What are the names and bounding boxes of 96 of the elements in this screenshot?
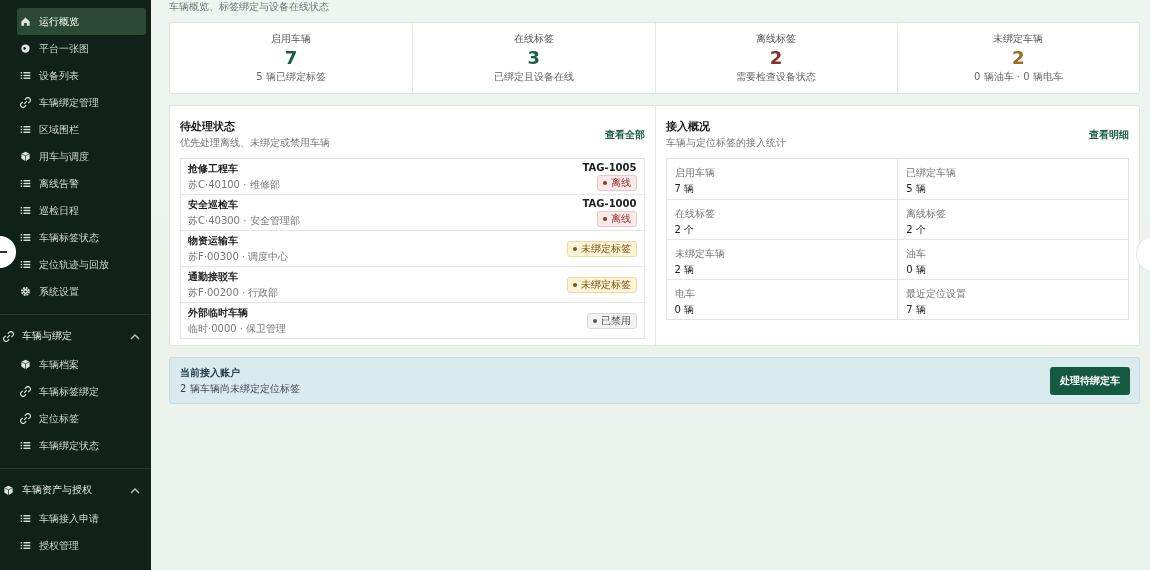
metric-label: 油车 <box>906 247 928 261</box>
sidebar-item[interactable]: 车辆绑定管理 <box>17 89 146 116</box>
stat-label: 离线标签 <box>756 32 797 46</box>
sidebar-item[interactable]: 车辆接入申请 <box>17 505 146 532</box>
cube-icon <box>20 359 31 370</box>
banner-text: 2 辆车辆尚未绑定定位标签 <box>180 381 300 396</box>
stat-value: 2 <box>769 48 783 68</box>
vehicle-name: 外部临时车辆 <box>188 305 249 320</box>
status-badge: 未绑定标签 <box>566 276 637 293</box>
minus-icon <box>0 251 7 253</box>
sidebar-item[interactable]: 车辆标签状态 <box>17 224 146 251</box>
list-icon <box>20 70 31 81</box>
metric-label: 启用车辆 <box>674 166 716 180</box>
stat-value: 3 <box>527 48 541 68</box>
stat-label: 在线标签 <box>513 32 554 46</box>
metric-value: 2 个 <box>674 223 696 237</box>
vehicle-meta: 苏F·00200 · 行政部 <box>188 285 279 300</box>
sidebar-item[interactable]: 设备列表 <box>17 62 146 89</box>
panel-title: 待处理状态 <box>180 119 236 134</box>
view-details-link[interactable]: 查看明细 <box>1089 127 1129 142</box>
tag-id: TAG-1000 <box>582 198 637 210</box>
sidebar-item[interactable]: 区域围栏 <box>17 116 146 143</box>
sidebar-item[interactable]: 授权管理 <box>17 532 146 559</box>
sidebar-item[interactable]: 系统设置 <box>17 278 146 305</box>
view-all-link[interactable]: 查看全部 <box>604 127 645 142</box>
vehicle-name: 通勤接驳车 <box>188 269 239 284</box>
sidebar-item[interactable]: 巡检日程 <box>17 197 146 224</box>
banner-title: 当前接入账户 <box>180 365 241 380</box>
link-icon <box>3 330 14 342</box>
stat-note: 0 辆油车 · 0 辆电车 <box>974 70 1063 84</box>
vehicle-meta: 苏C·40300 · 安全管理部 <box>188 213 300 228</box>
metric-value: 2 个 <box>906 223 927 237</box>
list-icon <box>20 540 31 551</box>
process-button[interactable]: 处理待绑定车 <box>1050 366 1130 395</box>
metric-label: 在线标签 <box>674 207 716 221</box>
sidebar-group-header[interactable]: 车辆资产与授权 <box>3 475 146 505</box>
sidebar-item[interactable]: 车辆标签绑定 <box>17 378 146 405</box>
metric-label: 已绑定车辆 <box>906 166 958 180</box>
list-icon <box>20 259 31 270</box>
chevron-icon <box>130 486 140 494</box>
panel-subtitle: 车辆与定位标签的接入统计 <box>665 136 786 150</box>
stat-value: 2 <box>1012 48 1025 68</box>
globe-icon <box>20 43 31 54</box>
metric-value: 5 辆 <box>906 182 927 196</box>
vehicle-name: 物资运输车 <box>188 233 239 248</box>
sidebar-item[interactable]: 运行概览 <box>17 8 146 35</box>
link-icon <box>20 386 31 397</box>
tag-id: TAG-1005 <box>582 162 637 174</box>
link-icon <box>20 97 31 108</box>
sidebar-item[interactable]: 离线告警 <box>17 170 146 197</box>
list-icon <box>20 232 31 243</box>
list-icon <box>20 178 31 189</box>
list-icon <box>20 513 31 524</box>
stat-note: 5 辆已绑定标签 <box>256 70 326 84</box>
link-icon <box>20 413 31 424</box>
metric-label: 电车 <box>674 287 696 301</box>
metric-value: 7 辆 <box>674 182 696 196</box>
metric-label: 未绑定车辆 <box>674 247 726 261</box>
metric-value: 7 辆 <box>906 303 927 317</box>
sidebar-item[interactable]: 定位标签 <box>17 405 146 432</box>
status-badge: 离线 <box>596 211 637 227</box>
metric-value: 0 辆 <box>674 303 696 317</box>
cube-icon <box>3 484 14 496</box>
stat-note: 已绑定且设备在线 <box>493 70 574 84</box>
status-badge: 未绑定标签 <box>566 240 637 257</box>
stat-value: 7 <box>284 48 298 68</box>
cube-icon <box>20 151 31 162</box>
panel-subtitle: 优先处理离线、未绑定或禁用车辆 <box>180 136 330 150</box>
list-icon <box>20 205 31 216</box>
vehicle-meta: 临时·0000 · 保卫管理 <box>188 321 287 336</box>
metric-label: 离线标签 <box>906 207 948 221</box>
list-icon <box>20 440 31 451</box>
panel-title: 接入概况 <box>665 119 711 134</box>
chevron-icon <box>130 332 140 340</box>
settings-icon <box>20 286 31 297</box>
sidebar-item[interactable]: 平台一张图 <box>17 35 146 62</box>
metric-value: 2 辆 <box>674 263 696 277</box>
sidebar-item[interactable]: 定位轨迹与回放 <box>17 251 146 278</box>
stat-label: 未绑定车辆 <box>993 32 1044 46</box>
vehicle-name: 安全巡检车 <box>188 197 239 212</box>
home-icon <box>20 16 31 27</box>
metric-label: 最近定位设置 <box>906 287 968 301</box>
vehicle-name: 抢修工程车 <box>188 161 239 176</box>
list-icon <box>20 124 31 135</box>
metric-value: 0 辆 <box>906 263 927 277</box>
page-subtitle: 车辆概览、标签绑定与设备在线状态 <box>169 1 329 12</box>
stat-note: 需要检查设备状态 <box>736 70 817 84</box>
sidebar-group-header[interactable]: 车辆与绑定 <box>3 321 146 351</box>
status-badge: 已禁用 <box>586 312 637 329</box>
status-badge: 离线 <box>596 175 637 191</box>
stat-label: 启用车辆 <box>271 32 312 46</box>
vehicle-meta: 苏C·40100 · 维修部 <box>188 177 280 192</box>
sidebar-item[interactable]: 车辆档案 <box>17 351 146 378</box>
sidebar-item[interactable]: 用车与调度 <box>17 143 146 170</box>
sidebar-item[interactable]: 车辆绑定状态 <box>17 432 146 459</box>
vehicle-meta: 苏F·00300 · 调度中心 <box>188 249 289 264</box>
